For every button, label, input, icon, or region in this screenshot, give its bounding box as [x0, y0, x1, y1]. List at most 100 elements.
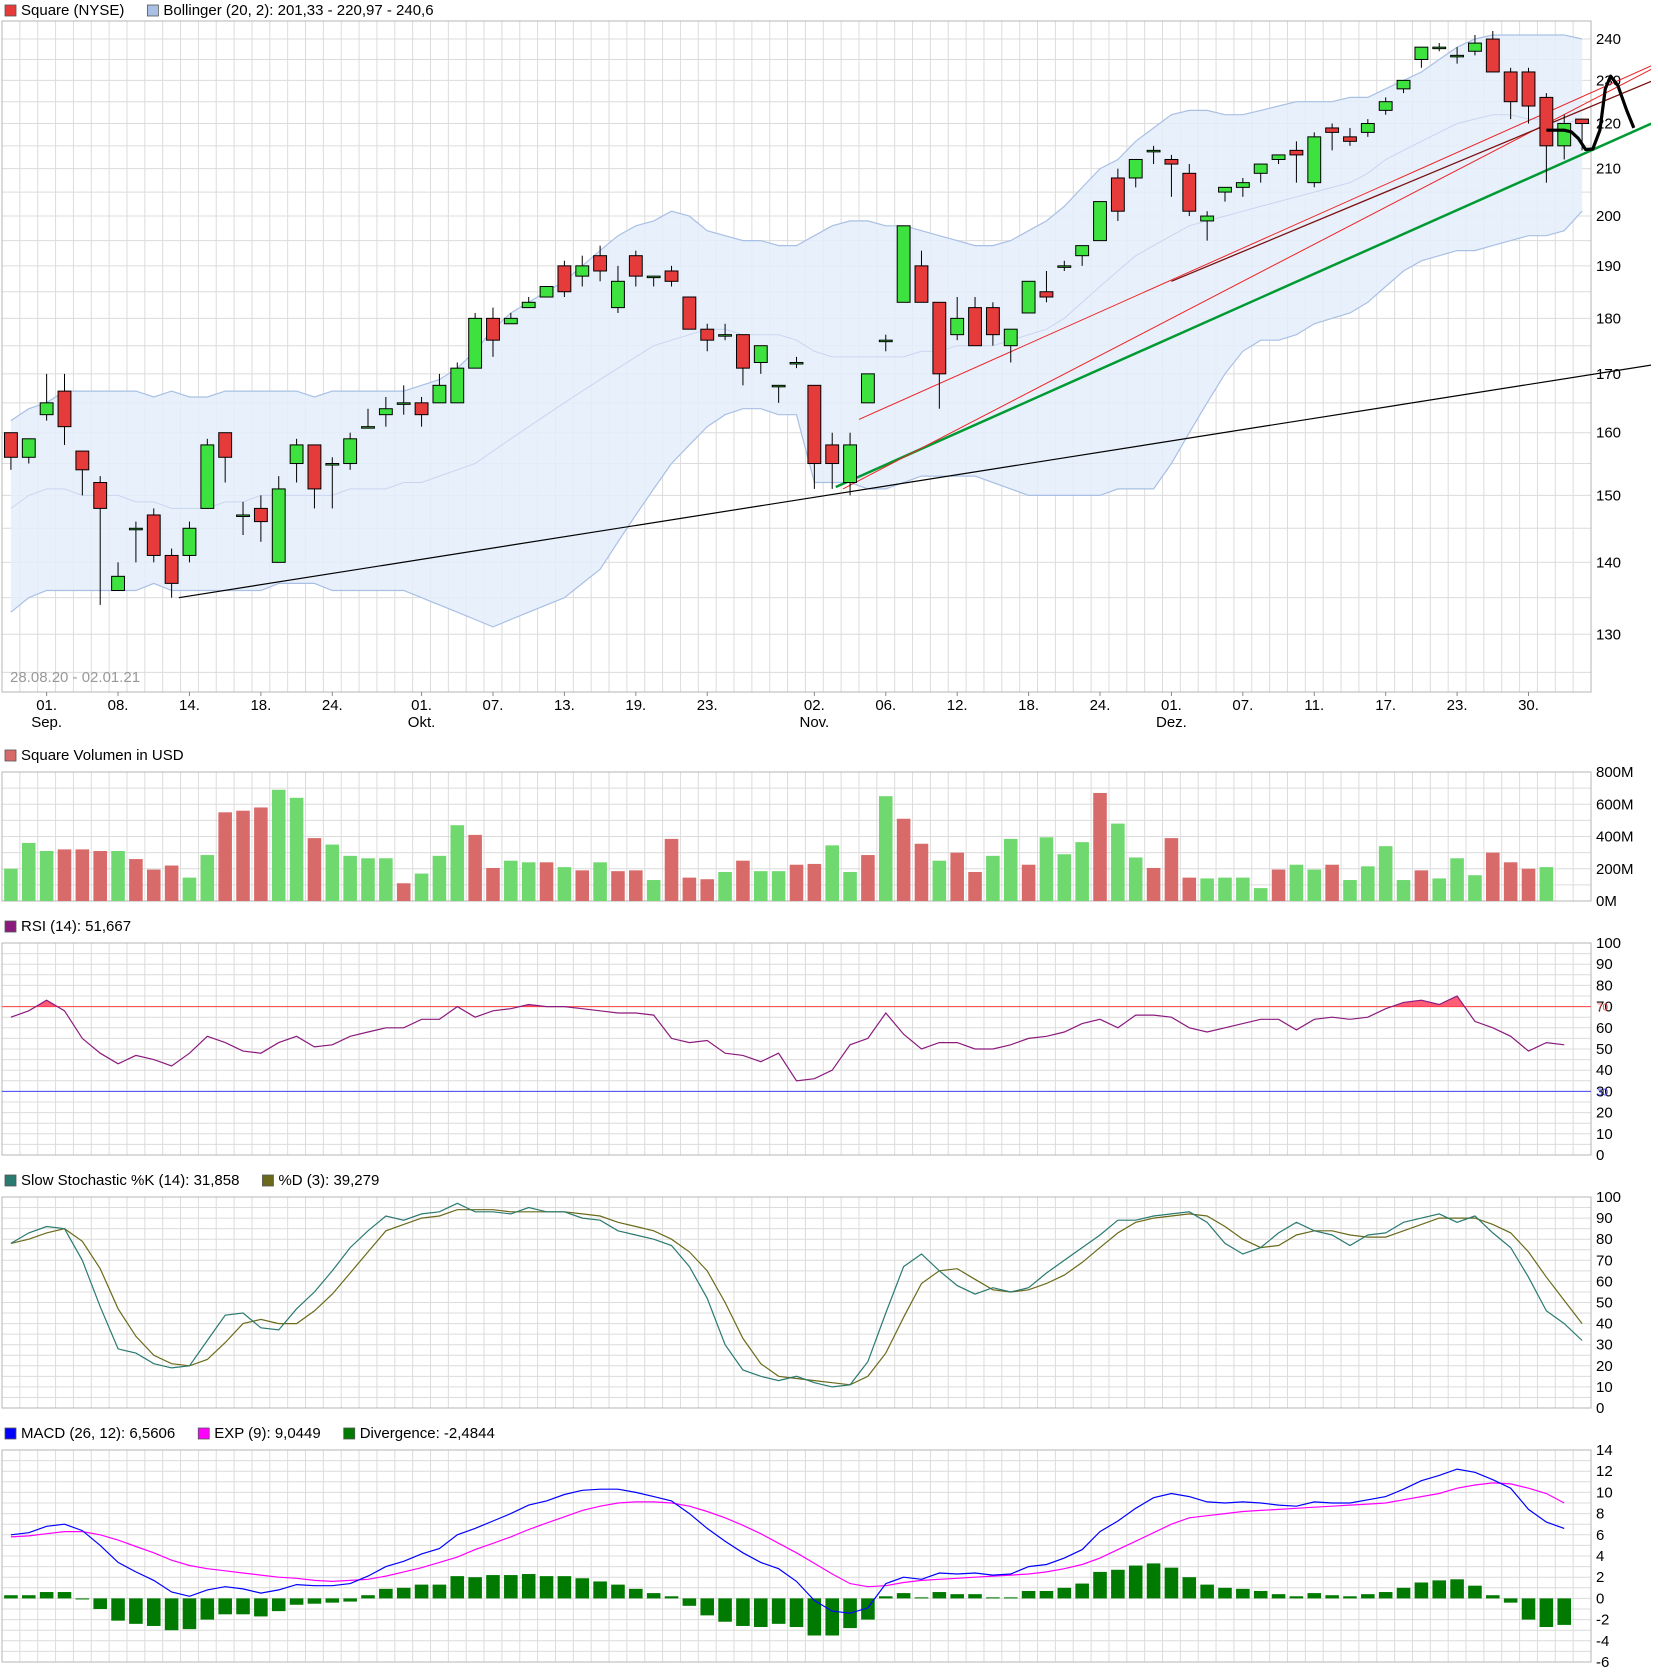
- divergence-bar: [1128, 1565, 1143, 1599]
- divergence-bar: [254, 1598, 268, 1617]
- divergence-bar: [1182, 1577, 1197, 1599]
- y-tick-label: 170: [1596, 366, 1621, 383]
- y-tick-label: 210: [1596, 161, 1621, 178]
- candle-body: [1575, 118, 1590, 125]
- x-tick-label: 23.: [1447, 697, 1468, 714]
- divergence-bar: [325, 1598, 340, 1603]
- y-tick-label: 0M: [1596, 893, 1617, 910]
- x-tick-label: 24.: [322, 697, 343, 714]
- y-tick-label: 14: [1596, 1442, 1613, 1459]
- volume-bar: [361, 858, 375, 901]
- divergence-bar: [1289, 1596, 1304, 1599]
- x-tick-label: 01.: [36, 697, 57, 714]
- y-tick-label: 200M: [1596, 861, 1634, 878]
- x-tick-label: 17.: [1375, 697, 1396, 714]
- candle-body: [1146, 149, 1161, 153]
- divergence-bar: [1021, 1590, 1036, 1599]
- y-tick-label: 180: [1596, 310, 1621, 327]
- volume-bar: [325, 844, 340, 901]
- divergence-bar: [932, 1592, 947, 1599]
- candle-body: [236, 514, 250, 517]
- divergence-bar: [1557, 1598, 1572, 1625]
- candle-body: [182, 527, 197, 556]
- candle-body: [789, 361, 804, 365]
- y-tick-label: 80: [1596, 977, 1613, 994]
- volume-bar: [575, 870, 590, 901]
- divergence-bar: [754, 1598, 768, 1628]
- volume-bar: [771, 871, 786, 901]
- legend-label: RSI (14): 51,667: [21, 918, 131, 935]
- x-tick-label: 24.: [1090, 697, 1111, 714]
- divergence-bar: [307, 1598, 322, 1604]
- candle-body: [75, 450, 90, 471]
- candle-body: [200, 444, 215, 509]
- divergence-bar: [57, 1592, 72, 1599]
- candle-body: [503, 317, 518, 325]
- volume-bar: [1307, 869, 1322, 901]
- divergence-bar: [682, 1598, 697, 1606]
- candle-body: [521, 301, 536, 309]
- candle-body: [1468, 42, 1482, 52]
- x-tick-label: 01.: [1161, 697, 1182, 714]
- candle-body: [1432, 46, 1447, 50]
- divergence-bar: [200, 1598, 215, 1620]
- y-tick-label: 8: [1596, 1506, 1604, 1523]
- candle-body: [1503, 71, 1518, 103]
- y-tick-label: 10: [1596, 1484, 1613, 1501]
- volume-bar: [1075, 842, 1089, 901]
- rsi-upper-label: 70: [1597, 1003, 1609, 1014]
- stoch-d-line: [10, 1209, 1583, 1386]
- legend-swatch: [4, 1174, 17, 1187]
- volume-bar: [878, 796, 893, 901]
- legend-swatch: [262, 1174, 274, 1187]
- x-tick-label: 11.: [1304, 697, 1324, 714]
- divergence-bar: [1432, 1580, 1447, 1599]
- candle-body: [807, 384, 822, 465]
- x-tick-label: 07.: [1232, 697, 1253, 714]
- y-tick-label: -4: [1596, 1633, 1609, 1650]
- y-tick-label: 240: [1596, 31, 1621, 48]
- volume-bar: [825, 845, 839, 901]
- volume-bar: [861, 855, 875, 901]
- stochastic-panel: [10, 1202, 1583, 1388]
- volume-bar: [271, 789, 286, 901]
- volume-bar: [664, 838, 679, 901]
- volume-bar: [807, 863, 822, 901]
- volume-bar: [289, 797, 304, 901]
- volume-bar: [1503, 862, 1518, 901]
- volume-bar: [1039, 837, 1054, 901]
- candle-body: [1557, 123, 1572, 147]
- candle-body: [271, 488, 286, 563]
- divergence-bar: [271, 1598, 286, 1612]
- candle-body: [1289, 149, 1304, 156]
- volume-bar: [486, 867, 500, 901]
- legend-label: Slow Stochastic %K (14): 31,858: [21, 1172, 239, 1189]
- divergence-bar: [182, 1598, 197, 1630]
- y-tick-label: 0: [1596, 1590, 1604, 1607]
- volume-bar: [236, 810, 250, 901]
- candle-body: [1235, 182, 1250, 188]
- legend-swatch: [4, 920, 17, 933]
- candle-body: [111, 575, 125, 591]
- divergence-bar: [1039, 1590, 1054, 1599]
- legend-label: Square Volumen in USD: [21, 747, 184, 764]
- divergence-bar: [700, 1598, 715, 1616]
- panel-2-grid: [1, 942, 1592, 1156]
- volume-bar: [1182, 877, 1197, 901]
- volume-bar: [611, 871, 625, 901]
- y-tick-label: 600M: [1596, 796, 1634, 813]
- candle-body: [1057, 265, 1072, 268]
- divergence-bar: [646, 1593, 661, 1599]
- date-range-label: 28.08.20 - 02.01.21: [10, 669, 140, 686]
- candle-body: [985, 307, 1000, 336]
- candle-body: [1325, 127, 1340, 133]
- x-tick-label: 02.: [804, 697, 825, 714]
- divergence-bar: [4, 1595, 18, 1599]
- x-tick-month-label: Sep.: [31, 714, 62, 731]
- candle-body: [736, 334, 750, 369]
- candle-body: [950, 317, 965, 336]
- divergence-bar: [878, 1596, 893, 1599]
- divergence-bar: [361, 1595, 375, 1599]
- divergence-bar: [343, 1598, 357, 1602]
- volume-bar: [932, 860, 947, 901]
